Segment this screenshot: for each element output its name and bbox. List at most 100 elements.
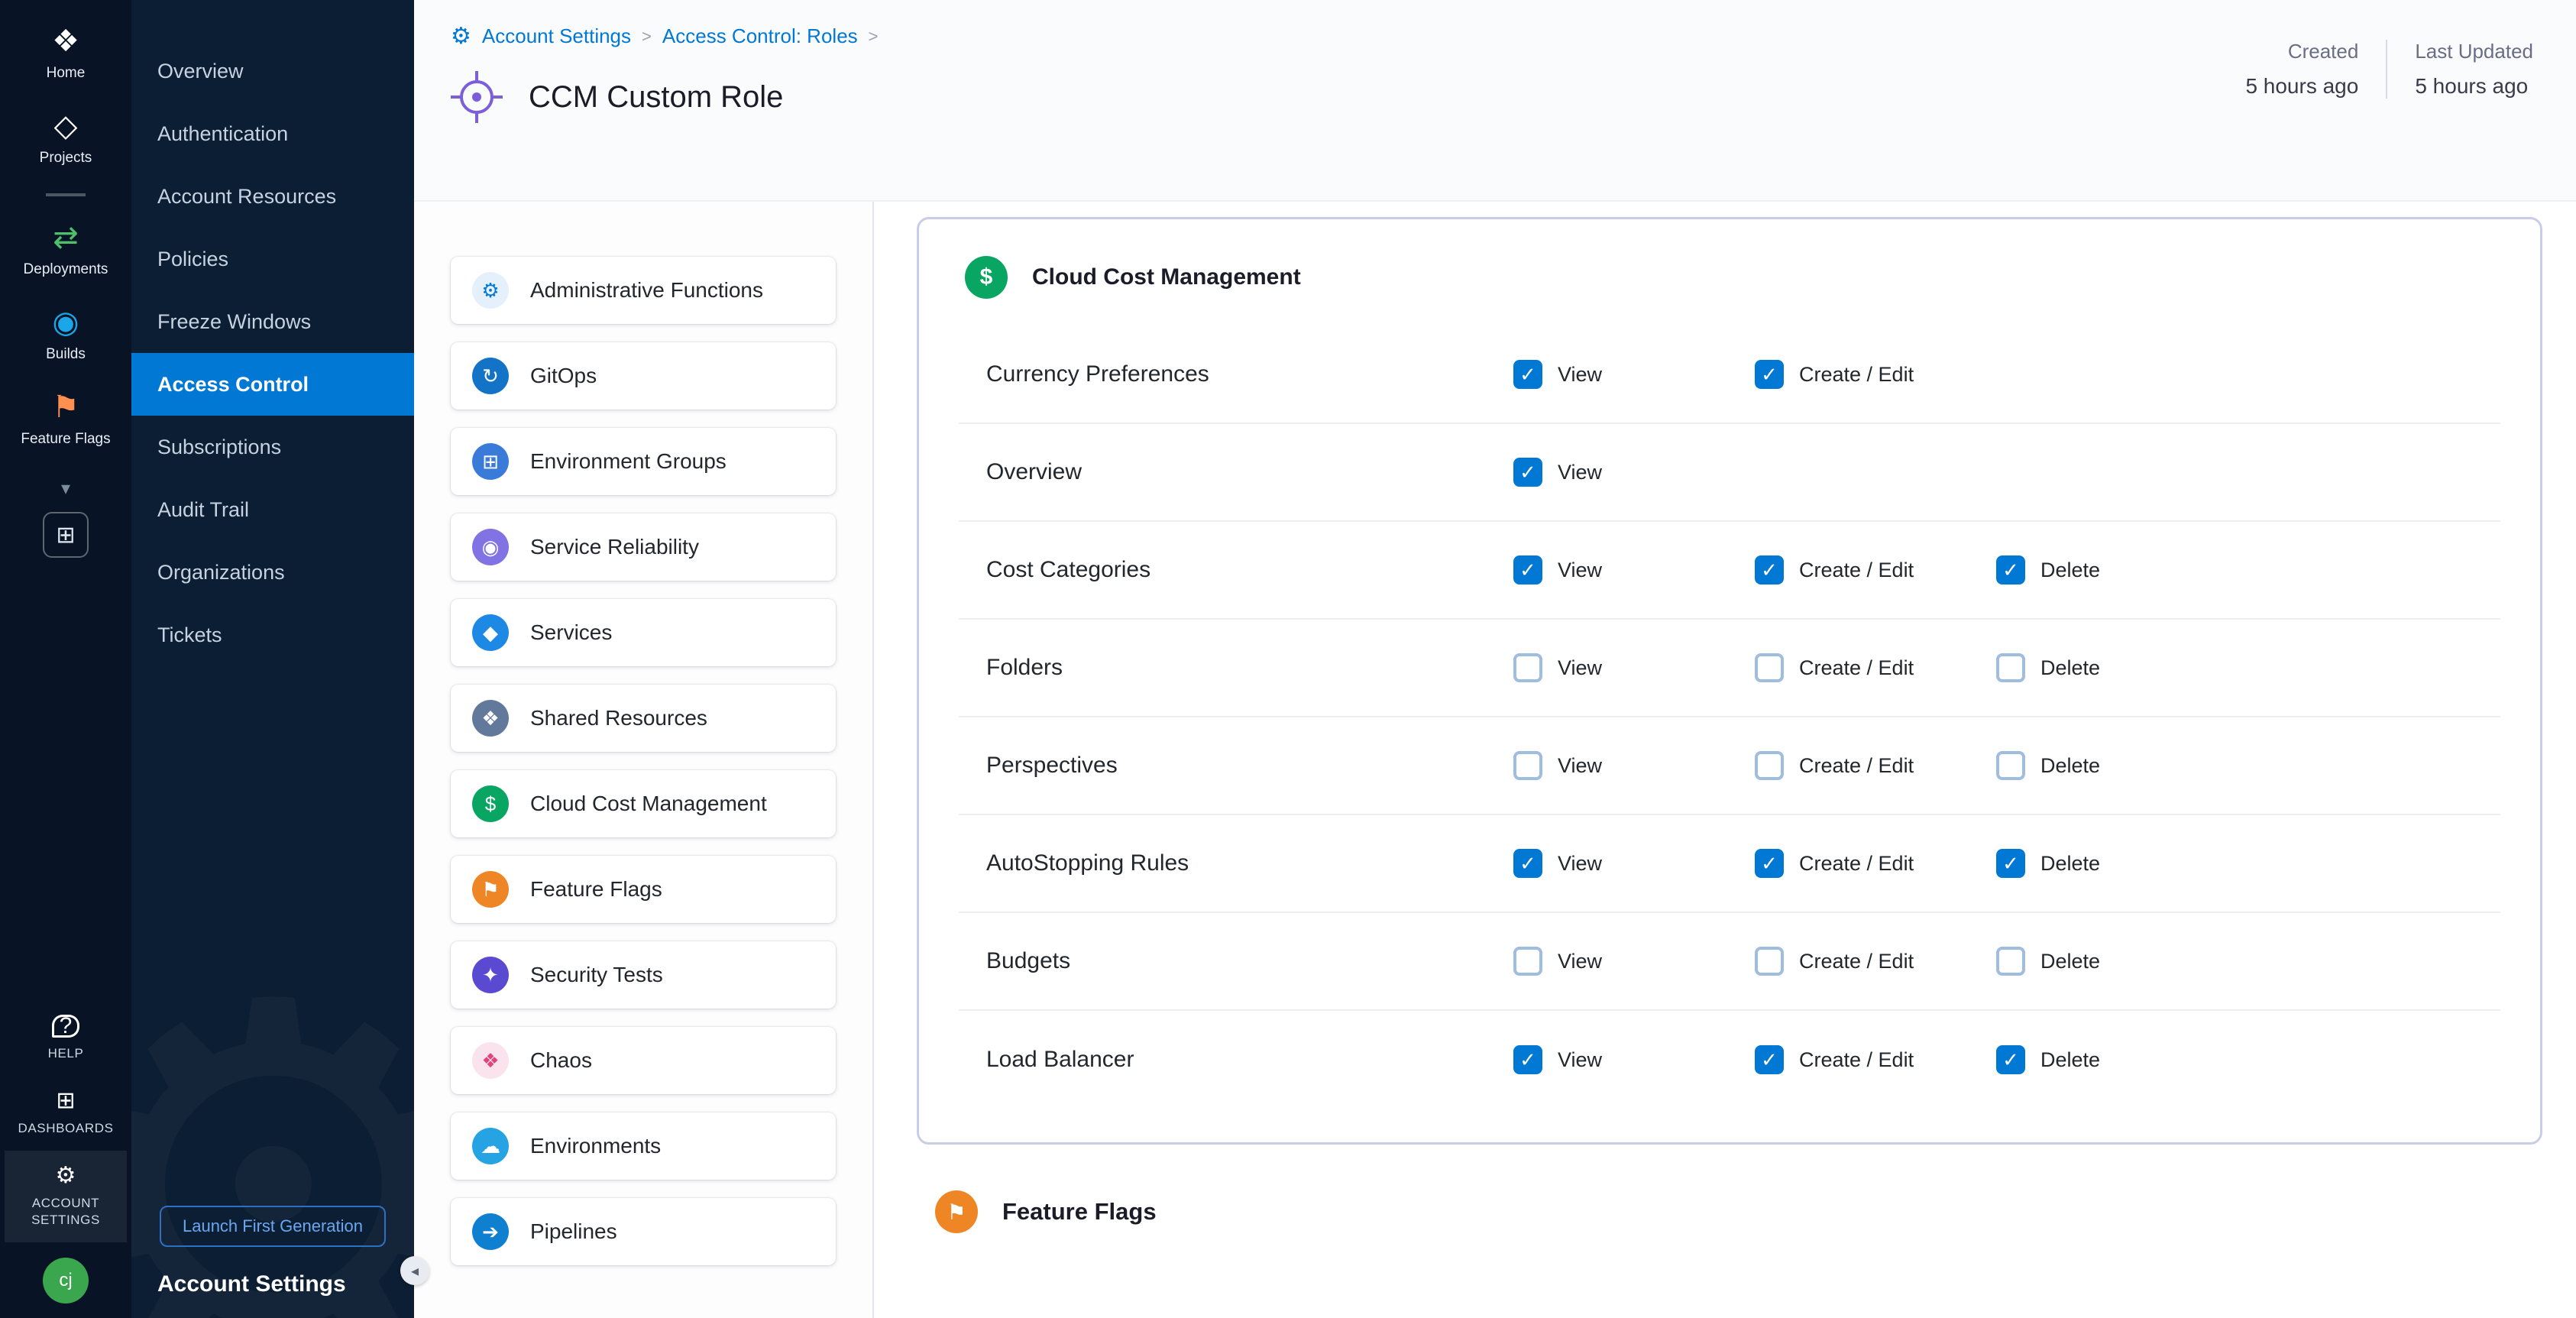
permission-create-edit[interactable]: Create / Edit [1755, 751, 1996, 780]
launch-first-generation-button[interactable]: Launch First Generation [160, 1206, 386, 1247]
module-grid-icon[interactable]: ⊞ [43, 512, 89, 558]
module-item-security-tests[interactable]: ✦Security Tests [451, 941, 836, 1009]
feature-flags-icon: ⚑ [935, 1190, 978, 1233]
page-header: ⚙ Account Settings > Access Control: Rol… [414, 0, 2576, 202]
module-item-feature-flags[interactable]: ⚑Feature Flags [451, 856, 836, 923]
rail-item-projects[interactable]: ◇Projects [34, 97, 99, 182]
checkbox-checked[interactable]: ✓ [1996, 849, 2025, 878]
module-item-environment-groups[interactable]: ⊞Environment Groups [451, 428, 836, 495]
permission-create-edit[interactable]: Create / Edit [1755, 653, 1996, 682]
permission-label: Delete [2040, 852, 2100, 876]
permission-view[interactable]: ✓View [1513, 360, 1755, 389]
checkbox-unchecked[interactable] [1513, 947, 1542, 976]
permission-label: View [1558, 852, 1602, 876]
checkbox-checked[interactable]: ✓ [1755, 360, 1784, 389]
module-item-chaos[interactable]: ❖Chaos [451, 1027, 836, 1094]
rail-item-feature-flags[interactable]: ⚑Feature Flags [15, 378, 116, 463]
permission-view[interactable]: View [1513, 947, 1755, 976]
deployments-icon: ⇄ [53, 222, 79, 253]
checkbox-unchecked[interactable] [1996, 947, 2025, 976]
module-item-environments[interactable]: ☁Environments [451, 1112, 836, 1180]
rail-item-deployments[interactable]: ⇄Deployments [15, 209, 116, 293]
module-item-service-reliability[interactable]: ◉Service Reliability [451, 513, 836, 581]
rail-item-account-settings[interactable]: ⚙ACCOUNT SETTINGS [5, 1151, 127, 1242]
account-settings-gear-icon: ⚙ [451, 25, 471, 48]
checkbox-checked[interactable]: ✓ [1755, 555, 1784, 585]
permission-create-edit[interactable]: ✓ Create / Edit [1755, 1045, 1996, 1074]
user-avatar[interactable]: cj [43, 1258, 89, 1303]
permission-create-edit[interactable]: ✓Create / Edit [1755, 849, 1996, 878]
created-label: Created [2245, 40, 2358, 63]
checkbox-checked[interactable]: ✓ [1996, 555, 2025, 585]
permission-view[interactable]: ✓View [1513, 1045, 1755, 1074]
permission-view[interactable]: View [1513, 751, 1755, 780]
sidebar-title: Account Settings [131, 1271, 414, 1297]
role-meta: Created 5 hours ago Last Updated 5 hours… [2245, 40, 2533, 99]
module-item-cloud-cost-management[interactable]: $Cloud Cost Management [451, 770, 836, 837]
module-item-pipelines[interactable]: ➔Pipelines [451, 1198, 836, 1265]
module-item-label: GitOps [530, 364, 597, 388]
permission-view[interactable]: ✓ View [1513, 849, 1755, 878]
sidebar-item-tickets[interactable]: Tickets [131, 604, 414, 666]
rail-item-label: Home [47, 64, 86, 83]
permission-create-edit[interactable]: ✓ Create / Edit [1755, 360, 1996, 389]
sidebar-item-policies[interactable]: Policies [131, 228, 414, 290]
permission-label: Create / Edit [1799, 1048, 1914, 1072]
resource-name: AutoStopping Rules [986, 850, 1513, 876]
checkbox-unchecked[interactable] [1513, 751, 1542, 780]
checkbox-checked[interactable]: ✓ [1996, 1045, 2025, 1074]
module-item-gitops[interactable]: ↻GitOps [451, 342, 836, 410]
checkbox-checked[interactable]: ✓ [1513, 458, 1542, 487]
sidebar-item-freeze-windows[interactable]: Freeze Windows [131, 290, 414, 353]
sidebar-item-access-control[interactable]: Access Control [131, 353, 414, 416]
checkbox-checked[interactable]: ✓ [1513, 555, 1542, 585]
permission-delete[interactable]: ✓Delete [1996, 555, 2238, 585]
feature-flags-icon: ⚑ [472, 871, 509, 908]
sidebar-item-subscriptions[interactable]: Subscriptions [131, 416, 414, 478]
permission-create-edit[interactable]: Create / Edit [1755, 947, 1996, 976]
cloud-cost-management-icon: $ [472, 785, 509, 822]
sidebar-item-audit-trail[interactable]: Audit Trail [131, 478, 414, 541]
breadcrumb-access-control-roles[interactable]: Access Control: Roles [662, 24, 858, 48]
rail-item-help[interactable]: ?HELP [5, 1001, 127, 1076]
permission-view[interactable]: ✓View [1513, 555, 1755, 585]
permission-delete[interactable]: Delete [1996, 751, 2238, 780]
checkbox-unchecked[interactable] [1755, 947, 1784, 976]
permission-label: Create / Edit [1799, 363, 1914, 387]
checkbox-unchecked[interactable] [1755, 653, 1784, 682]
checkbox-checked[interactable]: ✓ [1755, 849, 1784, 878]
permission-view[interactable]: ✓View [1513, 458, 1755, 487]
breadcrumb-account-settings[interactable]: Account Settings [482, 24, 631, 48]
checkbox-checked[interactable]: ✓ [1513, 849, 1542, 878]
sidebar-collapse-handle[interactable]: ◂ [400, 1256, 429, 1285]
checkbox-unchecked[interactable] [1996, 653, 2025, 682]
permission-view[interactable]: View [1513, 653, 1755, 682]
permission-delete[interactable]: Delete [1996, 653, 2238, 682]
checkbox-checked[interactable]: ✓ [1513, 1045, 1542, 1074]
checkbox-unchecked[interactable] [1513, 653, 1542, 682]
next-section-title: Feature Flags [1002, 1198, 1157, 1226]
breadcrumb: ⚙ Account Settings > Access Control: Rol… [451, 24, 2539, 48]
permission-row-folders: FoldersViewCreate / EditDelete [959, 620, 2500, 717]
checkbox-unchecked[interactable] [1755, 751, 1784, 780]
rail-item-builds[interactable]: ◉Builds [15, 293, 116, 378]
module-item-administrative-functions[interactable]: ⚙Administrative Functions [451, 257, 836, 324]
permission-delete[interactable]: ✓Delete [1996, 1045, 2238, 1074]
checkbox-checked[interactable]: ✓ [1755, 1045, 1784, 1074]
permission-delete[interactable]: ✓ Delete [1996, 849, 2238, 878]
sidebar-item-overview[interactable]: Overview [131, 40, 414, 102]
rail-item-home[interactable]: ❖Home [34, 12, 99, 97]
sidebar-item-account-resources[interactable]: Account Resources [131, 165, 414, 228]
rail-item-dashboards[interactable]: ⊞DASHBOARDS [5, 1076, 127, 1151]
module-item-services[interactable]: ◆Services [451, 599, 836, 666]
checkbox-unchecked[interactable] [1996, 751, 2025, 780]
last-updated-label: Last Updated [2415, 40, 2533, 63]
sidebar-item-organizations[interactable]: Organizations [131, 541, 414, 604]
permission-delete[interactable]: Delete [1996, 947, 2238, 976]
module-item-shared-resources[interactable]: ❖Shared Resources [451, 685, 836, 752]
content-area: ⚙Administrative Functions ↻GitOps ⊞Environ… [414, 202, 2576, 1318]
sidebar-item-authentication[interactable]: Authentication [131, 102, 414, 165]
chevron-down-icon[interactable]: ▾ [61, 478, 70, 500]
checkbox-checked[interactable]: ✓ [1513, 360, 1542, 389]
permission-create-edit[interactable]: ✓Create / Edit [1755, 555, 1996, 585]
